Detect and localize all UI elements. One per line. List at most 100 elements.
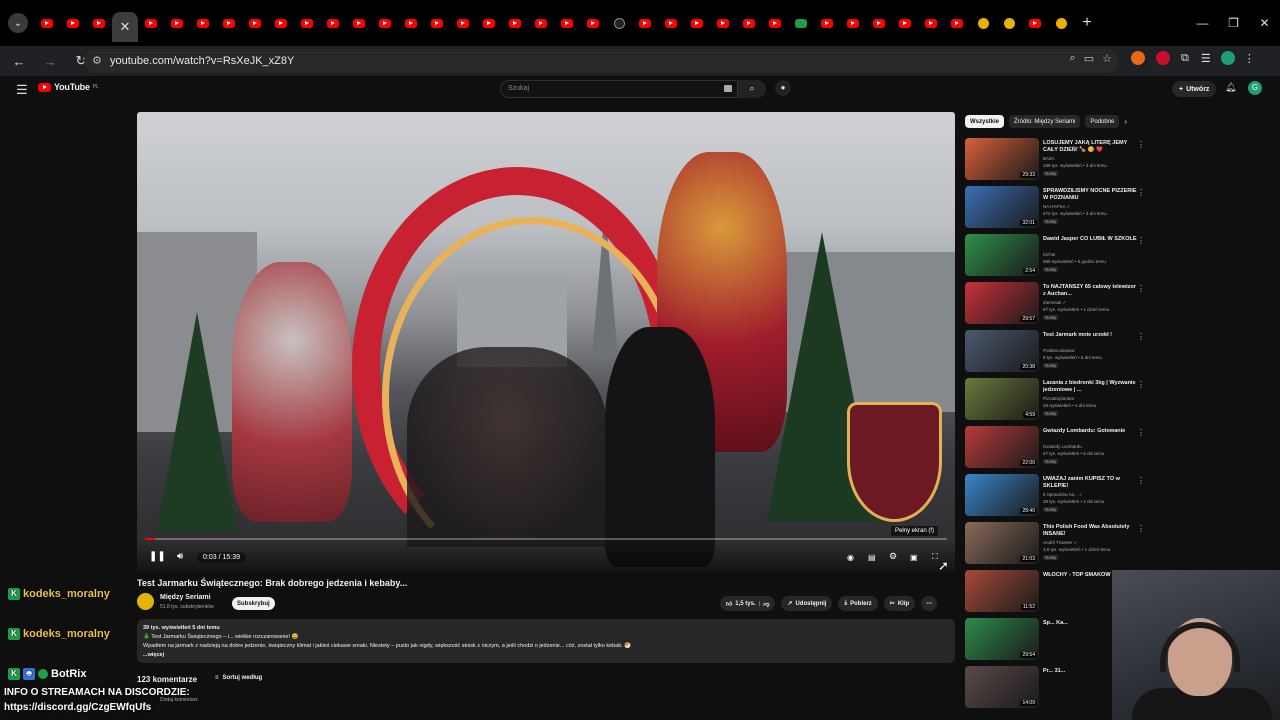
menu-icon[interactable]: ☰ [16, 82, 28, 98]
video-player[interactable]: Pełny ekran (f) ❚❚ 🔊︎ 0:03 / 15:39 ◉ ▤ ⚙… [137, 112, 955, 572]
browser-tab[interactable] [970, 9, 996, 37]
more-options-icon[interactable]: ⋮ [1137, 284, 1145, 293]
bookmark-star-icon[interactable]: ☆ [1102, 52, 1112, 65]
browser-tab[interactable] [216, 9, 242, 37]
notifications-bell-icon[interactable]: 🔔︎ [1225, 82, 1236, 93]
channel-avatar[interactable] [137, 593, 154, 610]
browser-tab[interactable] [450, 9, 476, 37]
download-button[interactable]: ⤓ Pobierz [838, 596, 878, 611]
video-thumbnail[interactable]: 4:59 [965, 378, 1039, 420]
forward-icon[interactable]: → [38, 54, 62, 69]
browser-tab[interactable] [34, 9, 60, 37]
more-options-icon[interactable]: ⋮ [1137, 476, 1145, 485]
browser-tab[interactable] [866, 9, 892, 37]
more-options-icon[interactable]: ⋮ [1137, 524, 1145, 533]
chip-all[interactable]: Wszystkie [965, 115, 1005, 128]
chip-source[interactable]: Źródło: Między Seriami [1009, 115, 1081, 128]
video-thumbnail[interactable]: 32:01 [965, 186, 1039, 228]
browser-tab[interactable] [840, 9, 866, 37]
video-thumbnail[interactable]: 2:54 [965, 234, 1039, 276]
recommended-video[interactable]: 2:54 Dawid Jasper CO LUBIŁ W SZKOLE Kicha!… [965, 234, 1150, 278]
volume-icon[interactable]: 🔊︎ [177, 551, 183, 562]
tab-close-icon[interactable]: ✕ [120, 19, 131, 35]
autoplay-toggle-icon[interactable]: ◉ [847, 553, 854, 562]
browser-tab[interactable] [86, 9, 112, 37]
browser-tab[interactable] [164, 9, 190, 37]
browser-tab[interactable] [190, 9, 216, 37]
more-options-icon[interactable]: ⋮ [1137, 380, 1145, 389]
browser-tab[interactable] [684, 9, 710, 37]
browser-tab[interactable] [424, 9, 450, 37]
search-button[interactable]: ⌕ [738, 80, 766, 98]
browser-tab[interactable] [398, 9, 424, 37]
description-more[interactable]: ...więcej [143, 651, 949, 660]
video-thumbnail[interactable]: 11:52 [965, 570, 1039, 612]
like-button[interactable]: 👍︎ 1,5 tys. | 👎︎ [720, 596, 776, 611]
browser-tab[interactable] [736, 9, 762, 37]
video-thumbnail[interactable]: 22:00 [965, 426, 1039, 468]
channel-name[interactable]: Między Seriami [160, 594, 211, 601]
browser-tab-active[interactable]: ✕ [112, 12, 138, 42]
video-thumbnail[interactable]: 29:57 [965, 282, 1039, 324]
pause-icon[interactable]: ❚❚ [149, 551, 166, 562]
browser-tab[interactable] [476, 9, 502, 37]
subscribe-button[interactable]: Subskrybuj [232, 597, 275, 610]
browser-tab[interactable] [320, 9, 346, 37]
keyboard-icon[interactable] [724, 85, 732, 92]
recommended-video[interactable]: 4:59 Lazania z biedronki 3kg | Wyzwanie j… [965, 378, 1150, 422]
youtube-logo[interactable]: YouTube PL [38, 82, 99, 92]
browser-tab[interactable] [606, 9, 632, 37]
sort-button[interactable]: ≡ Sortuj według [215, 675, 262, 684]
video-thumbnail[interactable]: 29:54 [965, 618, 1039, 660]
more-options-icon[interactable]: ⋮ [1137, 236, 1145, 245]
more-options-icon[interactable]: ⋮ [1137, 332, 1145, 341]
browser-tab[interactable] [294, 9, 320, 37]
browser-tab[interactable] [944, 9, 970, 37]
browser-tab[interactable] [372, 9, 398, 37]
video-thumbnail[interactable]: 20:38 [965, 330, 1039, 372]
recommended-video[interactable]: 32:01 SPRAWDZILIŚMY NOCNE PIZZERIE W POZN… [965, 186, 1150, 230]
create-button[interactable]: + Utwórz [1172, 81, 1217, 97]
extension-icon[interactable] [1156, 51, 1170, 65]
extensions-puzzle-icon[interactable]: ⧉ [1181, 52, 1189, 65]
recommended-video[interactable]: 29:57 To NAJTAŃSZY 65 calowy telewizor z … [965, 282, 1150, 326]
recommended-video[interactable]: 20:38 Test Jarmark mnie urzekł ! PodamuJas… [965, 330, 1150, 374]
settings-gear-icon[interactable]: ⚙ [889, 551, 897, 562]
voice-search-button[interactable]: ● [775, 80, 791, 96]
recommended-video[interactable]: 29:33 LOSUJEMY JAKĄ LITERĘ JEMY CAŁY DZIE… [965, 138, 1150, 182]
browser-tab[interactable] [554, 9, 580, 37]
browser-tab[interactable] [502, 9, 528, 37]
search-input[interactable]: Szukaj [500, 80, 738, 98]
clip-button[interactable]: ✂ Klip [883, 596, 916, 611]
thumbs-down-icon[interactable]: 👎︎ [763, 600, 769, 608]
browser-tab[interactable] [1048, 9, 1074, 37]
browser-tab[interactable] [242, 9, 268, 37]
more-options-icon[interactable]: ⋮ [1137, 188, 1145, 197]
video-thumbnail[interactable]: 21:03 [965, 522, 1039, 564]
share-button[interactable]: ↗ Udostępnij [781, 596, 833, 611]
description-box[interactable]: 39 tys. wyświetleń 5 dni temu 🎄 Test Jar… [137, 619, 955, 663]
reading-list-icon[interactable]: ☰ [1201, 52, 1211, 65]
fullscreen-icon[interactable]: ⛶ [932, 552, 938, 562]
video-thumbnail[interactable]: 14:09 [965, 666, 1039, 708]
tab-search-button[interactable]: ⌄ [8, 13, 28, 33]
site-info-icon[interactable]: ⚙ [92, 54, 102, 67]
back-icon[interactable]: ← [7, 54, 31, 69]
browser-tab[interactable] [788, 9, 814, 37]
browser-tab[interactable] [528, 9, 554, 37]
recommended-video[interactable]: 28:40 UWAŻAJ zanim KUPISZ TO w SKLEPIE! 5 … [965, 474, 1150, 518]
browser-tab[interactable] [60, 9, 86, 37]
new-tab-button[interactable]: + [1074, 14, 1100, 32]
extension-icon[interactable] [1131, 51, 1145, 65]
subtitles-icon[interactable]: ▤ [868, 553, 876, 562]
browser-tab[interactable] [996, 9, 1022, 37]
more-options-icon[interactable]: ⋮ [1137, 428, 1145, 437]
browser-tab[interactable] [580, 9, 606, 37]
browser-tab[interactable] [918, 9, 944, 37]
chevron-right-icon[interactable]: › [1124, 117, 1127, 126]
more-actions-icon[interactable]: ⋯ [921, 596, 938, 611]
chip-similar[interactable]: Podobne [1085, 115, 1120, 128]
cast-icon[interactable]: ▭ [1084, 52, 1094, 65]
browser-tab[interactable] [268, 9, 294, 37]
browser-tab[interactable] [138, 9, 164, 37]
